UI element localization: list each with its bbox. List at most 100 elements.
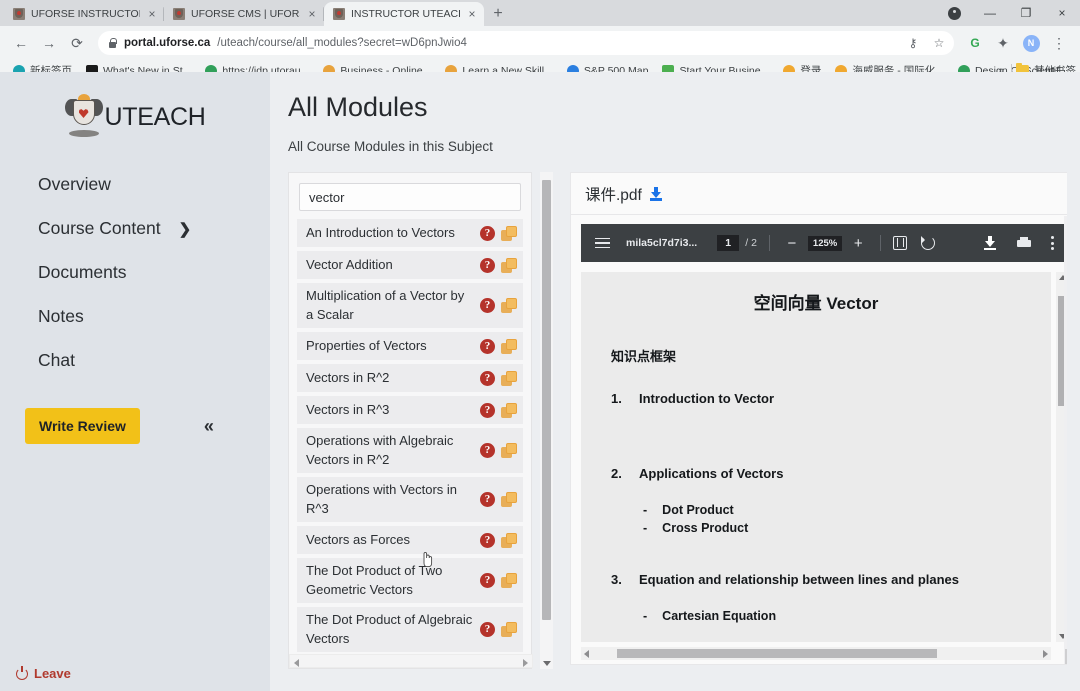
browser-tab-2[interactable]: INSTRUCTOR UTEACH | UFOR ×	[324, 2, 484, 26]
help-icon[interactable]: ?	[480, 533, 495, 548]
module-list-item[interactable]: Vector Addition ?	[297, 251, 523, 279]
browser-tab-1[interactable]: UFORSE CMS | UFORSE EDUC ×	[164, 2, 324, 26]
help-icon[interactable]: ?	[480, 258, 495, 273]
zoom-out-button[interactable]: −	[782, 233, 802, 253]
download-icon[interactable]	[649, 187, 663, 201]
duplicate-icon[interactable]	[501, 298, 517, 313]
sidebar-item-documents[interactable]: Documents	[38, 262, 208, 283]
duplicate-icon[interactable]	[501, 622, 517, 637]
scroll-right-icon[interactable]	[523, 659, 528, 667]
browser-menu-icon[interactable]: ⋮	[1046, 30, 1072, 56]
write-review-button[interactable]: Write Review	[25, 408, 140, 444]
maximize-button[interactable]: ❐	[1008, 0, 1044, 26]
tab-favicon	[13, 8, 25, 20]
address-bar[interactable]: portal.uforse.ca /uteach/course/all_modu…	[98, 31, 954, 55]
duplicate-icon[interactable]	[501, 371, 517, 386]
sidebar-item-chat[interactable]: Chat	[38, 350, 208, 371]
download-icon[interactable]	[983, 236, 997, 250]
toolbar-divider	[769, 235, 770, 251]
reload-icon[interactable]: ⟳	[64, 30, 90, 56]
module-list[interactable]: An Introduction to Vectors ? Vector Addi…	[289, 219, 531, 668]
duplicate-icon[interactable]	[501, 226, 517, 241]
module-title: Multiplication of a Vector by a Scalar	[306, 287, 474, 324]
back-icon[interactable]: ←	[8, 30, 34, 56]
help-icon[interactable]: ?	[480, 443, 495, 458]
help-icon[interactable]: ?	[480, 226, 495, 241]
bookmark-star-icon[interactable]: ☆	[930, 34, 948, 52]
sidebar-item-notes[interactable]: Notes	[38, 306, 208, 327]
duplicate-icon[interactable]	[501, 403, 517, 418]
zoom-in-button[interactable]: +	[848, 233, 868, 253]
scrollbar-thumb[interactable]	[617, 649, 937, 658]
duplicate-icon[interactable]	[501, 573, 517, 588]
sidebar-item-label: Notes	[38, 306, 84, 327]
more-options-icon[interactable]	[1051, 236, 1055, 250]
duplicate-icon[interactable]	[501, 443, 517, 458]
sidebar-toggle-icon[interactable]	[595, 238, 610, 249]
account-status-icon[interactable]	[936, 0, 972, 26]
tab-close-icon[interactable]: ×	[306, 8, 318, 20]
module-list-item[interactable]: Vectors in R^3 ?	[297, 396, 523, 424]
profile-avatar[interactable]: N	[1018, 30, 1044, 56]
leave-label: Leave	[34, 666, 71, 681]
key-icon[interactable]: ⚷	[904, 34, 922, 52]
pdf-hscrollbar[interactable]	[581, 647, 1051, 660]
lock-icon	[108, 38, 117, 49]
sidebar-item-course-content[interactable]: Course Content ❯	[38, 218, 208, 239]
sidebar-item-label: Chat	[38, 350, 75, 371]
tab-close-icon[interactable]: ×	[146, 8, 158, 20]
scroll-right-icon[interactable]	[1043, 650, 1048, 658]
help-icon[interactable]: ?	[480, 403, 495, 418]
slide-bullet: - Cross Product	[643, 521, 1051, 535]
scrollbar-thumb[interactable]	[542, 180, 551, 620]
module-list-item[interactable]: The Dot Product of Two Geometric Vectors…	[297, 558, 523, 603]
sidebar-nav: Overview Course Content ❯ Documents Note…	[0, 174, 270, 394]
tab-close-icon[interactable]: ×	[466, 8, 478, 20]
help-icon[interactable]: ?	[480, 371, 495, 386]
duplicate-icon[interactable]	[501, 339, 517, 354]
help-icon[interactable]: ?	[480, 298, 495, 313]
scroll-down-icon[interactable]	[543, 661, 551, 666]
minimize-button[interactable]: —	[972, 0, 1008, 26]
forward-icon[interactable]: →	[36, 30, 62, 56]
scroll-left-icon[interactable]	[584, 650, 589, 658]
browser-tab-0[interactable]: UFORSE INSTRUCTOR | UFOR ×	[4, 2, 164, 26]
module-list-item[interactable]: An Introduction to Vectors ?	[297, 219, 523, 247]
module-list-item[interactable]: Multiplication of a Vector by a Scalar ?	[297, 283, 523, 328]
uteach-crest-icon	[65, 94, 103, 140]
fit-page-icon[interactable]	[893, 236, 907, 250]
help-icon[interactable]: ?	[480, 492, 495, 507]
module-search-input[interactable]	[299, 183, 521, 211]
duplicate-icon[interactable]	[501, 258, 517, 273]
url-path: /uteach/course/all_modules?secret=wD6pnJ…	[217, 37, 467, 49]
scroll-left-icon[interactable]	[294, 659, 299, 667]
new-tab-button[interactable]: +	[484, 2, 512, 26]
module-list-item[interactable]: Vectors in R^2 ?	[297, 364, 523, 392]
sidebar-item-overview[interactable]: Overview	[38, 174, 208, 195]
pdf-page-canvas: 空间向量 Vector 知识点框架 1. Introduction to Vec…	[581, 272, 1051, 642]
module-list-item[interactable]: Operations with Algebraic Vectors in R^2…	[297, 428, 523, 473]
duplicate-icon[interactable]	[501, 492, 517, 507]
module-list-item[interactable]: The Dot Product of Algebraic Vectors ?	[297, 607, 523, 652]
page-vscrollbar[interactable]	[1067, 72, 1080, 691]
tab-favicon	[173, 8, 185, 20]
google-account-icon[interactable]: G	[962, 30, 988, 56]
pdf-page-input[interactable]: 1	[717, 235, 739, 251]
module-list-hscrollbar[interactable]	[289, 654, 533, 668]
print-icon[interactable]	[1017, 237, 1031, 249]
zoom-level-label[interactable]: 125%	[808, 236, 842, 251]
module-list-item[interactable]: Vectors as Forces ?	[297, 526, 523, 554]
module-list-item[interactable]: Properties of Vectors ?	[297, 332, 523, 360]
module-list-item[interactable]: Operations with Vectors in R^3 ?	[297, 477, 523, 522]
extensions-icon[interactable]: ✦	[990, 30, 1016, 56]
rotate-icon[interactable]	[921, 236, 935, 250]
duplicate-icon[interactable]	[501, 533, 517, 548]
help-icon[interactable]: ?	[480, 339, 495, 354]
help-icon[interactable]: ?	[480, 573, 495, 588]
module-list-vscrollbar[interactable]	[540, 172, 553, 669]
module-title: Vectors in R^2	[306, 369, 474, 388]
collapse-sidebar-icon[interactable]: «	[204, 416, 211, 437]
close-window-button[interactable]: ×	[1044, 0, 1080, 26]
help-icon[interactable]: ?	[480, 622, 495, 637]
leave-button[interactable]: Leave	[16, 666, 71, 681]
